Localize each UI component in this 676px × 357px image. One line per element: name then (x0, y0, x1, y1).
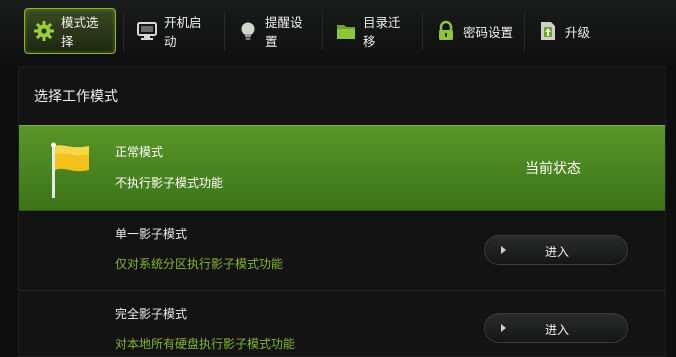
tab-label: 提醒设置 (265, 15, 303, 49)
tab-divider (322, 12, 323, 50)
mode-row-single-shadow: 单一影子模式 仅对系统分区执行影子模式功能 进入 (19, 213, 665, 291)
tab-dir-migration[interactable]: 目录迁移 (327, 8, 419, 54)
mode-description: 对本地所有硬盘执行影子模式功能 (115, 337, 296, 351)
mode-name: 完全影子模式 (115, 307, 188, 321)
button-label: 进入 (545, 245, 570, 259)
tab-label: 模式选择 (61, 15, 99, 49)
tab-label: 目录迁移 (363, 15, 401, 49)
current-state-label: 当前状态 (525, 161, 581, 177)
tab-divider (524, 12, 525, 50)
enter-single-shadow-button[interactable]: 进入 (484, 235, 628, 265)
lock-icon (435, 20, 457, 42)
upgrade-icon (537, 20, 559, 42)
monitor-icon (136, 20, 158, 42)
tab-label: 升级 (565, 24, 591, 40)
tab-divider (224, 12, 225, 50)
mode-row-full-shadow: 完全影子模式 对本地所有硬盘执行影子模式功能 进入 (19, 293, 665, 357)
tab-password[interactable]: 密码设置 (427, 8, 521, 54)
tab-divider (422, 12, 423, 50)
toolbar: 模式选择 开机启动 提醒设置 目录迁移 密码设置 升级 (0, 0, 676, 62)
play-arrow-icon (501, 324, 506, 332)
panel-title: 选择工作模式 (34, 89, 118, 105)
mode-panel: 选择工作模式 正常模式 不执行影子模式功能 当前状态 单一影子模式 仅对系统分区… (18, 66, 666, 357)
mode-name: 正常模式 (115, 145, 164, 159)
tab-label: 密码设置 (463, 24, 514, 40)
enter-full-shadow-button[interactable]: 进入 (484, 313, 628, 343)
tab-divider (123, 12, 124, 50)
button-label: 进入 (545, 323, 570, 337)
mode-row-normal[interactable]: 正常模式 不执行影子模式功能 当前状态 (19, 125, 665, 211)
tab-label: 开机启动 (164, 15, 202, 49)
mode-description: 仅对系统分区执行影子模式功能 (115, 257, 284, 271)
mode-name: 单一影子模式 (115, 227, 188, 241)
flag-icon (49, 142, 93, 198)
tab-mode-select[interactable]: 模式选择 (24, 8, 116, 54)
tab-upgrade[interactable]: 升级 (529, 8, 599, 54)
gear-icon (33, 20, 55, 42)
folder-icon (335, 20, 357, 42)
play-arrow-icon (501, 246, 506, 254)
mode-description: 不执行影子模式功能 (115, 176, 224, 190)
tab-startup[interactable]: 开机启动 (128, 8, 220, 54)
tab-reminder[interactable]: 提醒设置 (229, 8, 321, 54)
bulb-icon (237, 20, 259, 42)
